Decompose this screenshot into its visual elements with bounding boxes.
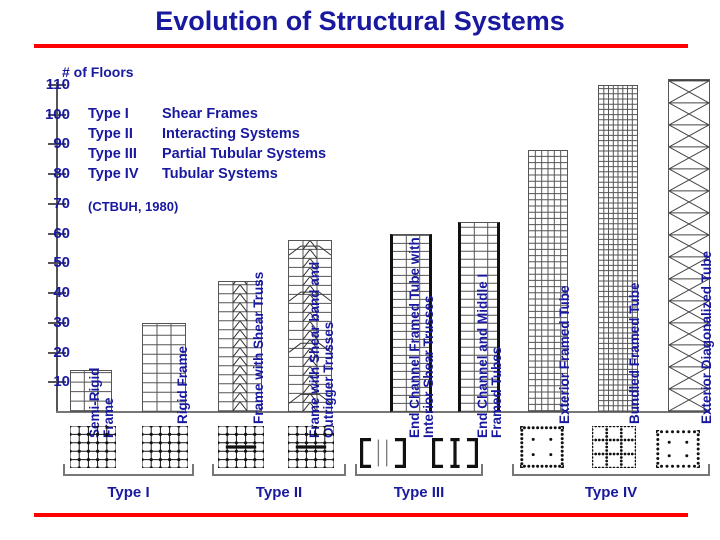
y-axis-tick-label: 10	[53, 373, 70, 391]
y-axis-tick-label: 70	[53, 194, 70, 212]
plan-diagram	[654, 428, 702, 470]
legend-key: Type II	[88, 126, 133, 142]
source-citation: (CTBUH, 1980)	[88, 199, 179, 214]
page-title: Evolution of Structural Systems	[155, 6, 565, 36]
group-bracket	[512, 464, 710, 476]
plan-diagram	[590, 424, 638, 470]
plan-diagram	[140, 424, 190, 470]
group-bracket	[355, 464, 483, 476]
y-axis-tick-label: 90	[53, 135, 70, 153]
group-label-type-2: Type II	[255, 484, 303, 501]
y-axis-title: # of Floors	[62, 64, 134, 80]
legend-value: Interacting Systems	[162, 126, 300, 142]
plan-diagram	[216, 424, 266, 470]
legend-row: Type III Partial Tubular Systems	[88, 146, 326, 166]
legend-key: Type IV	[88, 166, 139, 182]
plan-diagram	[68, 424, 118, 470]
group-label-type-4: Type IV	[584, 484, 638, 501]
group-label-type-1: Type I	[107, 484, 150, 501]
legend-value: Partial Tubular Systems	[162, 146, 327, 162]
legend-block: Type I Shear Frames Type II Interacting …	[88, 106, 326, 186]
bar-label: End Channel Framed Tube with Interior Sh…	[407, 237, 436, 438]
y-axis-tick-label: 100	[44, 105, 70, 123]
group-label-type-3: Type III	[393, 484, 445, 501]
group-bracket	[212, 464, 346, 476]
y-axis-ticks: 110 100 90 80 70 60 50 40 30 20 10	[0, 0, 70, 540]
y-axis-tick-label: 60	[53, 224, 70, 242]
legend-value: Shear Frames	[162, 106, 258, 122]
bar-label: Frame with Shear band and Outrigger Trus…	[307, 261, 336, 438]
y-axis-tick-label: 30	[53, 313, 70, 331]
legend-row: Type II Interacting Systems	[88, 126, 326, 146]
y-axis-tick-label: 20	[53, 343, 70, 361]
bar-label: Rigid Frame	[175, 345, 190, 424]
bar-label: Bundled Framed Tube	[627, 282, 642, 424]
bottom-divider	[34, 513, 688, 517]
y-axis-tick-label: 80	[53, 165, 70, 183]
bar-label: Frame with Shear Truss	[251, 271, 266, 424]
slide-canvas: Evolution of Structural Systems 110 100 90…	[0, 0, 720, 540]
y-axis-tick-label: 110	[45, 76, 70, 93]
plan-diagram	[286, 424, 336, 470]
y-axis-tick-label: 40	[53, 284, 70, 302]
legend-key: Type III	[88, 146, 137, 162]
legend-value: Tubular Systems	[162, 166, 278, 182]
legend-row: Type I Shear Frames	[88, 106, 326, 126]
legend-key: Type I	[88, 106, 129, 122]
plan-diagram	[518, 424, 566, 470]
y-axis-tick-label: 50	[53, 254, 70, 272]
title-divider	[34, 44, 688, 48]
group-bracket	[63, 464, 194, 476]
bar-label: Exterior Framed Tube	[557, 285, 572, 424]
legend-table: Type I Shear Frames Type II Interacting …	[88, 106, 326, 186]
legend-row: Type IV Tubular Systems	[88, 166, 326, 186]
bar-label: Exterior Diagonalized Tube	[699, 250, 714, 424]
bar-label: End Channel and Middle I Framed Tubes	[475, 273, 504, 438]
